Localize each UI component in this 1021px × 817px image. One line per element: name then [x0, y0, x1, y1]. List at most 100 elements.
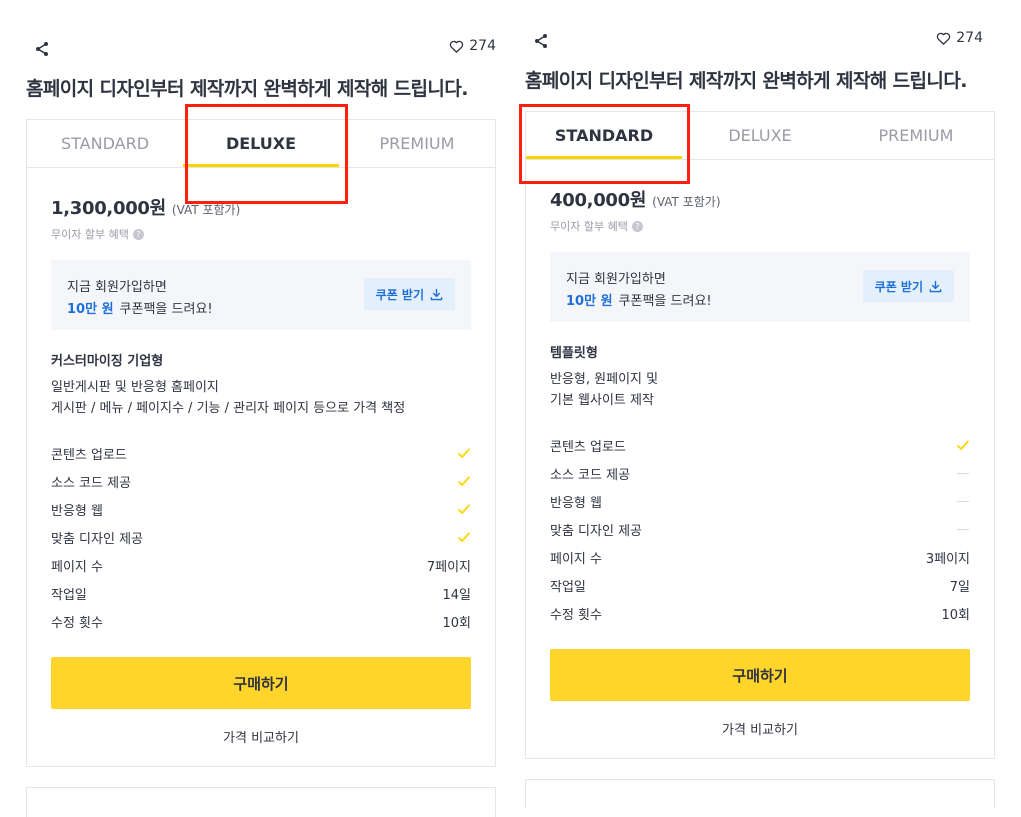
package-body: 1,300,000원 (VAT 포함가) 무이자 할부 혜택 ? 지금 회원가입…: [27, 168, 495, 766]
feature-label: 수정 횟수: [550, 607, 602, 623]
feature-row: 수정 횟수 10회: [51, 607, 471, 635]
coupon-box: 지금 회원가입하면 10만 원 쿠폰팩을 드려요! 쿠폰 받기: [550, 252, 970, 322]
price: 1,300,000원: [51, 198, 166, 219]
coupon-download-button[interactable]: 쿠폰 받기: [862, 270, 954, 302]
heart-icon: [937, 32, 951, 45]
price: 400,000원: [550, 190, 647, 211]
share-icon[interactable]: [34, 40, 52, 58]
highlight-box-standard: [519, 104, 690, 184]
package-name: 템플릿형: [550, 346, 598, 361]
check-icon: [457, 476, 471, 487]
feature-row: 수정 횟수 10회: [550, 599, 970, 627]
feature-label: 페이지 수: [51, 559, 103, 575]
package-description-line: 기본 웹사이트 제작: [550, 393, 654, 408]
package-body: 400,000원 (VAT 포함가) 무이자 할부 혜택 ? 지금 회원가입하면…: [526, 160, 994, 758]
feature-label: 맞춤 디자인 제공: [51, 531, 143, 547]
feature-row: 맞춤 디자인 제공: [51, 523, 471, 551]
price-row: 400,000원 (VAT 포함가): [550, 186, 970, 212]
package-description: 일반게시판 및 반응형 홈페이지 게시판 / 메뉴 / 페이지수 / 기능 / …: [51, 377, 471, 419]
feature-label: 소스 코드 제공: [51, 475, 132, 491]
package-name: 커스터마이징 기업형: [51, 354, 164, 369]
installment-info: 무이자 할부 혜택 ?: [51, 226, 471, 242]
feature-row: 페이지 수 7페이지: [51, 551, 471, 579]
check-icon: [457, 532, 471, 543]
coupon-button-label: 쿠폰 받기: [874, 279, 923, 294]
likes-count: 274: [469, 38, 496, 54]
check-icon: [956, 440, 970, 451]
installment-label: 무이자 할부 혜택: [550, 220, 628, 233]
feature-label: 페이지 수: [550, 551, 602, 567]
feature-row: 맞춤 디자인 제공: [550, 515, 970, 543]
feature-value: 7일: [949, 579, 970, 595]
top-bar: 274: [26, 38, 496, 62]
highlight-box-deluxe: [185, 104, 348, 204]
page-title: 홈페이지 디자인부터 제작까지 완벽하게 제작해 드립니다.: [525, 70, 967, 92]
compare-prices-link[interactable]: 가격 비교하기: [550, 719, 970, 738]
like-button[interactable]: 274: [449, 38, 496, 54]
installment-info: 무이자 할부 혜택 ?: [550, 218, 970, 234]
package-card: STANDARD DELUXE PREMIUM 400,000원 (VAT 포함…: [525, 111, 995, 759]
like-button[interactable]: 274: [936, 30, 983, 46]
feature-label: 소스 코드 제공: [550, 467, 631, 483]
buy-button[interactable]: 구매하기: [51, 657, 471, 709]
coupon-box: 지금 회원가입하면 10만 원 쿠폰팩을 드려요! 쿠폰 받기: [51, 260, 471, 330]
coupon-amount: 10만 원: [67, 302, 114, 317]
feature-value: 7페이지: [426, 559, 471, 575]
feature-label: 반응형 웹: [51, 503, 103, 519]
feature-row: 작업일 7일: [550, 571, 970, 599]
package-description-line: 일반게시판 및 반응형 홈페이지: [51, 380, 219, 395]
feature-label: 작업일: [51, 587, 87, 603]
tab-premium[interactable]: PREMIUM: [339, 120, 495, 167]
feature-value: 10회: [941, 607, 970, 623]
installment-label: 무이자 할부 혜택: [51, 228, 129, 241]
help-icon[interactable]: ?: [132, 228, 144, 240]
feature-row: 반응형 웹: [51, 495, 471, 523]
page-title: 홈페이지 디자인부터 제작까지 완벽하게 제작해 드립니다.: [26, 78, 468, 100]
feature-row: 반응형 웹: [550, 487, 970, 515]
feature-list: 콘텐츠 업로드 소스 코드 제공 반응형 웹 맞춤 디자인 제공 페이지 수 7페…: [51, 439, 471, 635]
vat-label: (VAT 포함가): [652, 195, 721, 209]
feature-label: 수정 횟수: [51, 615, 103, 631]
feature-value: 3페이지: [925, 551, 970, 567]
coupon-text-rest: 쿠폰팩을 드려요!: [119, 302, 213, 317]
package-card: STANDARD DELUXE PREMIUM 1,300,000원 (VAT …: [26, 119, 496, 767]
share-icon[interactable]: [533, 32, 551, 50]
heart-icon: [450, 40, 464, 53]
feature-list: 콘텐츠 업로드 소스 코드 제공 반응형 웹 맞춤 디자인 제공 페이지 수 3페…: [550, 431, 970, 627]
download-icon: [430, 288, 443, 300]
coupon-text-rest: 쿠폰팩을 드려요!: [618, 294, 712, 309]
feature-row: 페이지 수 3페이지: [550, 543, 970, 571]
not-included-dash-icon: [957, 472, 969, 474]
next-section: [525, 779, 995, 809]
feature-row: 소스 코드 제공: [550, 459, 970, 487]
feature-value: 14일: [442, 587, 471, 603]
feature-label: 콘텐츠 업로드: [51, 447, 127, 463]
feature-label: 반응형 웹: [550, 495, 602, 511]
feature-label: 맞춤 디자인 제공: [550, 523, 642, 539]
not-included-dash-icon: [957, 500, 969, 502]
help-icon[interactable]: ?: [631, 220, 643, 232]
tab-deluxe[interactable]: DELUXE: [682, 112, 838, 159]
check-icon: [457, 448, 471, 459]
download-icon: [929, 280, 942, 292]
coupon-button-label: 쿠폰 받기: [375, 287, 424, 302]
buy-button[interactable]: 구매하기: [550, 649, 970, 701]
coupon-download-button[interactable]: 쿠폰 받기: [363, 278, 455, 310]
likes-count: 274: [956, 30, 983, 46]
feature-value: 10회: [442, 615, 471, 631]
tab-premium[interactable]: PREMIUM: [838, 112, 994, 159]
feature-row: 작업일 14일: [51, 579, 471, 607]
coupon-amount: 10만 원: [566, 294, 613, 309]
package-description-line: 반응형, 원페이지 및: [550, 372, 659, 387]
feature-row: 콘텐츠 업로드: [51, 439, 471, 467]
check-icon: [457, 504, 471, 515]
top-bar: 274: [525, 30, 995, 54]
feature-label: 콘텐츠 업로드: [550, 439, 626, 455]
not-included-dash-icon: [957, 528, 969, 530]
feature-row: 소스 코드 제공: [51, 467, 471, 495]
compare-prices-link[interactable]: 가격 비교하기: [51, 727, 471, 746]
package-description-line: 게시판 / 메뉴 / 페이지수 / 기능 / 관리자 페이지 등으로 가격 책정: [51, 401, 406, 416]
package-description: 반응형, 원페이지 및 기본 웹사이트 제작: [550, 369, 970, 411]
tab-standard[interactable]: STANDARD: [27, 120, 183, 167]
feature-label: 작업일: [550, 579, 586, 595]
